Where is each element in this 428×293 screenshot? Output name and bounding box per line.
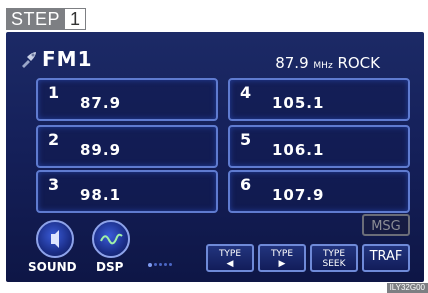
- preset-number: 5: [240, 130, 252, 149]
- preset-frequency: 98.1: [80, 186, 122, 204]
- type-seek-line1: TYPE: [322, 249, 346, 259]
- station-genre: ROCK: [337, 54, 380, 72]
- preset-number: 4: [240, 83, 252, 102]
- preset-number: 3: [48, 175, 60, 194]
- preset-button-4[interactable]: 4 105.1: [228, 78, 410, 121]
- frequency-unit: MHz: [313, 61, 333, 71]
- band-label: FM1: [42, 47, 93, 71]
- right-arrow-icon: ▶: [278, 259, 286, 269]
- traf-button[interactable]: TRAF: [362, 244, 410, 272]
- preset-number: 2: [48, 130, 60, 149]
- page-indicator: [148, 262, 172, 267]
- preset-button-2[interactable]: 2 89.9: [36, 125, 218, 168]
- dsp-button[interactable]: [92, 220, 130, 258]
- figure-code: ILY32G00: [386, 283, 428, 293]
- preset-button-3[interactable]: 3 98.1: [36, 170, 218, 213]
- sound-button[interactable]: [36, 220, 74, 258]
- preset-frequency: 87.9: [80, 94, 122, 112]
- radio-screen: FM1 87.9 MHz ROCK 1 87.9 2 89.9 3 98.1 4…: [6, 32, 424, 282]
- preset-frequency: 105.1: [272, 94, 325, 112]
- preset-number: 1: [48, 83, 60, 102]
- current-station: 87.9 MHz ROCK: [275, 54, 380, 72]
- satellite-icon: [22, 52, 36, 68]
- type-seek-line2: SEEK: [322, 259, 346, 269]
- waveform-icon: [100, 233, 123, 245]
- preset-button-1[interactable]: 1 87.9: [36, 78, 218, 121]
- type-seek-button[interactable]: TYPE SEEK: [310, 244, 358, 272]
- preset-number: 6: [240, 175, 252, 194]
- msg-button[interactable]: MSG: [362, 214, 410, 236]
- type-next-button[interactable]: TYPE ▶: [258, 244, 306, 272]
- type-next-label: TYPE: [270, 249, 294, 259]
- type-prev-label: TYPE: [218, 249, 242, 259]
- type-prev-button[interactable]: TYPE ◀: [206, 244, 254, 272]
- preset-button-5[interactable]: 5 106.1: [228, 125, 410, 168]
- preset-frequency: 89.9: [80, 141, 122, 159]
- preset-button-6[interactable]: 6 107.9: [228, 170, 410, 213]
- preset-frequency: 106.1: [272, 141, 325, 159]
- speaker-icon: [51, 230, 59, 248]
- step-text: STEP: [6, 8, 65, 30]
- current-frequency: 87.9: [275, 54, 309, 72]
- sound-label: SOUND: [28, 260, 77, 274]
- step-number: 1: [64, 8, 87, 30]
- step-label: STEP 1: [6, 8, 87, 30]
- dsp-label: DSP: [96, 260, 124, 274]
- left-arrow-icon: ◀: [226, 259, 234, 269]
- preset-frequency: 107.9: [272, 186, 325, 204]
